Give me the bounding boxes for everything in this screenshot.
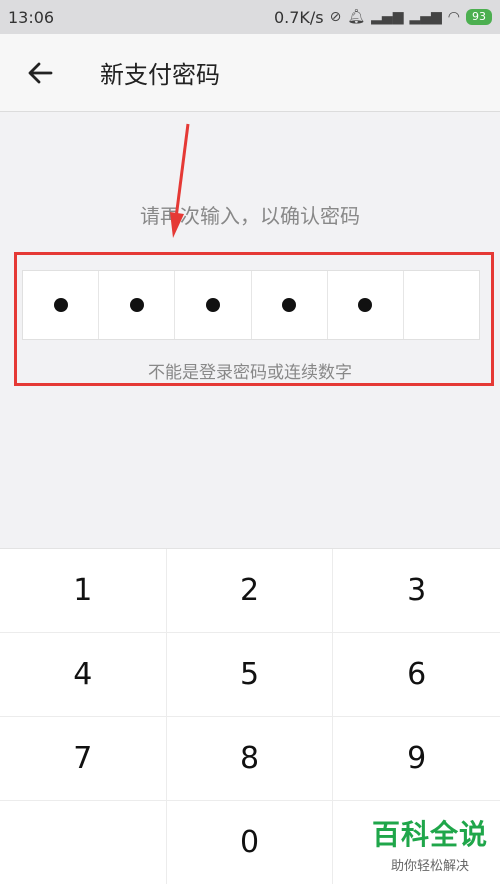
key-0[interactable]: 0 [167,801,334,884]
password-dot [282,298,297,312]
key-5[interactable]: 5 [166,633,334,717]
key-8[interactable]: 8 [166,717,334,801]
key-2[interactable]: 2 [166,549,334,633]
key-1[interactable]: 1 [0,549,167,633]
password-dot [53,298,68,312]
key-6[interactable]: 6 [333,633,500,717]
hint-text: 不能是登录密码或连续数字 [148,363,352,383]
watermark-title: 百科全说 [371,818,488,851]
password-dot [358,298,373,312]
key-3[interactable]: 3 [333,549,500,633]
key-empty [0,801,167,884]
watermark-logo: 百科全说 助你轻松解决 [372,813,488,874]
key-7[interactable]: 7 [0,717,167,801]
password-dot [129,298,144,312]
annotation-arrow-icon [170,123,190,238]
watermark-subtitle: 助你轻松解决 [390,859,469,874]
key-9[interactable]: 9 [333,717,500,801]
key-4[interactable]: 4 [0,633,167,717]
password-dot [205,298,220,312]
